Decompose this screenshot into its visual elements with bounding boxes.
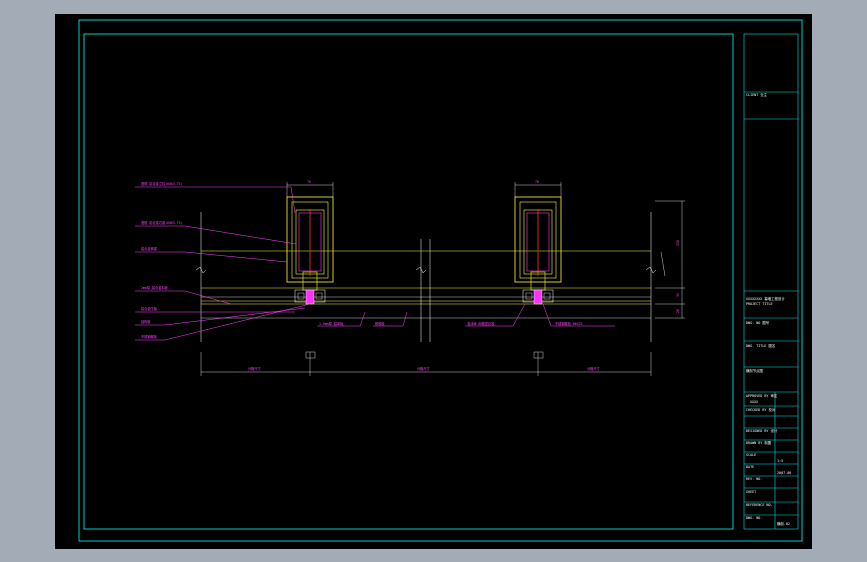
dim-bottom-1: 分格尺寸 — [417, 366, 431, 371]
label-bottom-2: 泡沫棒 耐候密封胶 — [467, 321, 495, 326]
approved-value: XXXX — [750, 400, 759, 404]
label-left-3: 2mm厚 铝合金扣板 — [141, 285, 169, 290]
drawn-label: DRAWN BY 制图 — [746, 440, 772, 445]
sheet-label: SHEET — [746, 490, 756, 494]
project-title: XXXXXXXX 幕墙工程设计 — [746, 296, 785, 301]
project-sub: PROJECT TITLE — [746, 302, 773, 306]
label-left-4: 铝合金压板 — [141, 306, 158, 311]
label-bottom-0: 1.5mm厚 铝单板 — [319, 321, 344, 326]
date-label: DATE — [746, 465, 754, 469]
outer-frame — [78, 19, 803, 542]
drawing-sheet: CLIENT 业主 XXXXXXXX 幕墙工程设计 PROJECT TITLE … — [55, 14, 812, 549]
dim-depth: 150 — [676, 240, 680, 246]
label-left-5: 结构胶 — [141, 319, 151, 324]
client-label: CLIENT 业主 — [746, 92, 768, 97]
dim-bottom-0: 分格尺寸 — [248, 366, 262, 371]
rev-label: REV. NO. — [746, 477, 762, 481]
label-left-0: 竖框 铝合金立柱(6063-T5) — [141, 181, 183, 186]
scale-label: SCALE — [746, 453, 756, 457]
dim-side: 20 — [676, 309, 680, 313]
ref-label: REFERENCE NO. — [746, 503, 773, 507]
designed-label: DESIGNED BY 设计 — [746, 428, 778, 433]
dim-bottom-2: 分格尺寸 — [587, 366, 601, 371]
label-bottom-1: 耐候胶 — [375, 321, 385, 326]
scale-value: 1:5 — [777, 459, 783, 463]
cad-drawing: CLIENT 业主 XXXXXXXX 幕墙工程设计 PROJECT TITLE … — [78, 19, 803, 542]
inner-frame — [83, 33, 734, 530]
label-left-6: 不锈钢螺栓 — [141, 334, 158, 339]
dim-mullion-right: 70 — [535, 180, 539, 184]
checked-label: CHECKED BY 校对 — [746, 407, 776, 412]
label-bottom-3: 不锈钢螺栓 M6X25 — [555, 321, 583, 326]
dwg-no-label: DWG. NO 图号 — [746, 320, 770, 325]
dim-mullion-left: 70 — [307, 180, 311, 184]
dwg-title-value: 横剖节点图 — [746, 368, 764, 373]
dwg-no-value-label: DWG. NO. — [746, 516, 762, 520]
dim-gap: 15 — [676, 293, 680, 297]
drawing-code: 横剖-02 — [777, 521, 790, 526]
approved-label: APPROVED BY 审定 — [746, 393, 778, 398]
dwg-title-label: DWG. TITLE 图名 — [746, 343, 775, 348]
section-detail: 70 70 150 15 20 竖框 铝合金立柱(6063-T5) 竖框 铝合金… — [135, 180, 685, 376]
date-value: 2007.06 — [777, 471, 791, 475]
label-left-1: 竖框 铝合金芯套(6063-T5) — [141, 220, 183, 225]
label-left-2: 铝合金横梁 — [141, 246, 158, 251]
